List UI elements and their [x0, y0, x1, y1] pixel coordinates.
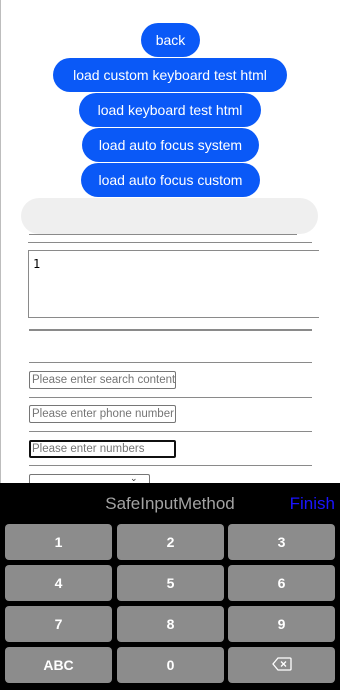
divider — [29, 431, 312, 432]
left-border — [0, 0, 1, 483]
textarea-field[interactable]: 1 — [28, 250, 319, 318]
divider — [29, 234, 297, 235]
divider — [28, 242, 312, 243]
divider — [29, 329, 312, 331]
key-abc[interactable]: ABC — [5, 647, 112, 683]
key-2[interactable]: 2 — [117, 524, 224, 560]
safe-keyboard: SafeInputMethod Finish 1 2 3 4 5 6 7 8 9… — [0, 483, 340, 690]
finish-button[interactable]: Finish — [290, 494, 335, 514]
load-auto-focus-custom-button[interactable]: load auto focus custom — [81, 163, 260, 197]
key-6[interactable]: 6 — [228, 565, 335, 601]
page: back load custom keyboard test html load… — [0, 0, 340, 690]
load-keyboard-button[interactable]: load keyboard test html — [79, 93, 261, 127]
key-0[interactable]: 0 — [117, 647, 224, 683]
load-custom-keyboard-button[interactable]: load custom keyboard test html — [53, 58, 287, 92]
key-7[interactable]: 7 — [5, 606, 112, 642]
search-input[interactable]: Please enter search content — [29, 371, 176, 389]
divider — [29, 465, 312, 466]
back-button[interactable]: back — [141, 23, 200, 57]
key-8[interactable]: 8 — [117, 606, 224, 642]
search-bar[interactable] — [21, 198, 318, 234]
key-9[interactable]: 9 — [228, 606, 335, 642]
key-backspace[interactable] — [228, 647, 335, 683]
divider — [29, 397, 312, 398]
load-auto-focus-system-button[interactable]: load auto focus system — [82, 128, 259, 162]
backspace-icon — [271, 648, 292, 684]
key-1[interactable]: 1 — [5, 524, 112, 560]
key-4[interactable]: 4 — [5, 565, 112, 601]
chevron-down-icon: ⌄ — [130, 473, 138, 483]
numbers-input[interactable]: Please enter numbers — [29, 440, 176, 458]
divider — [29, 362, 312, 363]
phone-input[interactable]: Please enter phone number — [29, 405, 176, 423]
key-5[interactable]: 5 — [117, 565, 224, 601]
key-3[interactable]: 3 — [228, 524, 335, 560]
